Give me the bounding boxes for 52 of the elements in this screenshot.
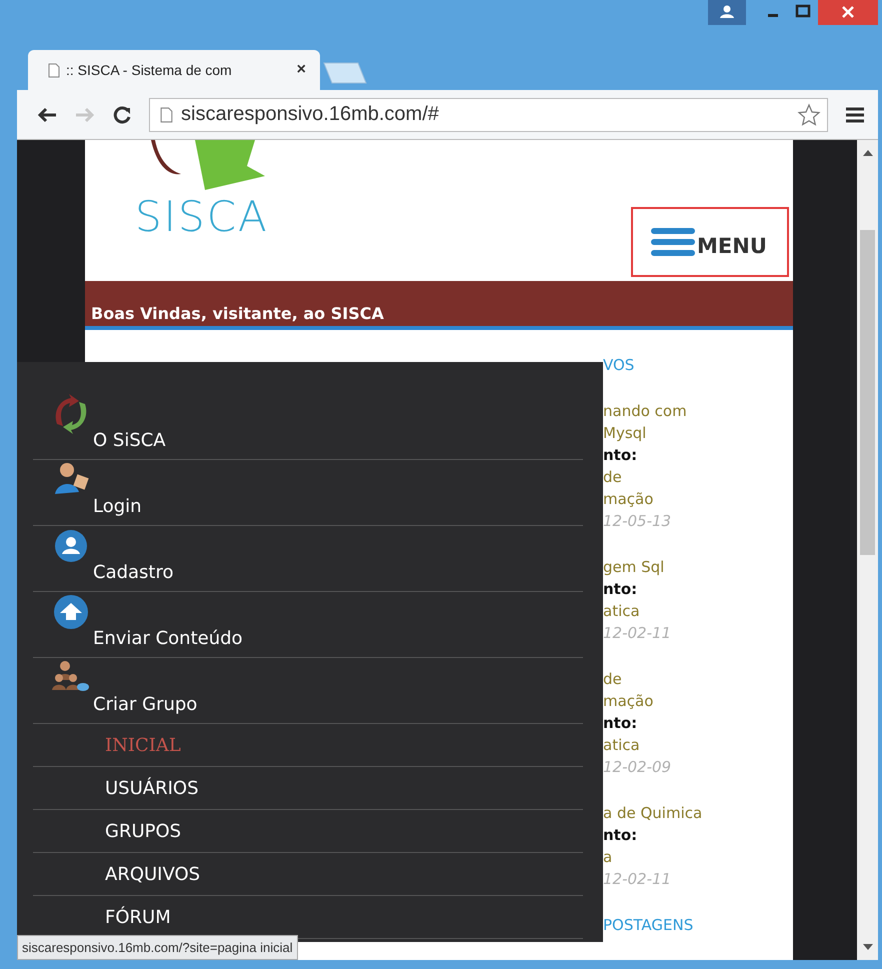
post-category: de — [603, 467, 623, 488]
scroll-down-icon[interactable] — [862, 944, 872, 950]
post-label: nto: — [603, 579, 638, 600]
tab-title: :: SISCA - Sistema de com — [66, 62, 233, 78]
menu-item[interactable]: O SiSCA — [93, 430, 166, 451]
scrollbar-thumb[interactable] — [860, 230, 875, 555]
post-date: 12-02-09 — [603, 757, 672, 778]
menu-item[interactable]: ARQUIVOS — [105, 864, 200, 884]
back-icon[interactable] — [37, 106, 57, 122]
post-title[interactable]: mação — [603, 690, 793, 712]
menu-item[interactable]: Enviar Conteúdo — [93, 628, 243, 649]
menu-item[interactable]: Login — [93, 496, 142, 517]
post-title[interactable]: Mysql — [603, 422, 793, 444]
post-label: nto: — [603, 445, 638, 466]
menu-icon[interactable] — [846, 106, 864, 122]
upload-icon — [51, 592, 91, 632]
post-label: nto: — [603, 713, 638, 734]
status-url: siscaresponsivo.16mb.com/?site=pagina inicial — [17, 935, 298, 960]
browser-tab[interactable]: :: SISCA - Sistema de com × — [28, 50, 320, 90]
post-category: atica — [603, 735, 641, 756]
post-title[interactable]: nando com — [603, 400, 793, 422]
scrollbar[interactable] — [857, 140, 878, 960]
logo-text: SISCA — [135, 192, 270, 241]
menu-button[interactable]: MENU — [631, 207, 789, 278]
scroll-up-icon[interactable] — [862, 150, 872, 156]
menu-item[interactable]: GRUPOS — [105, 820, 182, 842]
post-label: nto: — [603, 825, 638, 846]
post-category: a — [603, 847, 614, 868]
section-heading: VOS — [603, 355, 636, 376]
post-date: 12-02-11 — [603, 623, 672, 644]
reload-icon[interactable] — [113, 106, 131, 124]
post-date: 12-05-13 — [603, 511, 672, 532]
tab-close-button[interactable]: × — [294, 61, 308, 79]
menu-icon — [651, 227, 695, 258]
address-bar[interactable]: siscaresponsivo.16mb.com/# — [149, 98, 828, 132]
menu-item[interactable]: FÓRUM — [105, 906, 171, 928]
page-icon — [160, 106, 173, 122]
post-title[interactable]: gem Sql — [603, 556, 793, 578]
menu-item[interactable]: Cadastro — [93, 562, 174, 583]
post-category: mação — [603, 489, 654, 510]
menu-item[interactable]: USUÁRIOS — [105, 778, 198, 798]
post-date: 12-02-11 — [603, 869, 672, 890]
post-title[interactable]: a de Quimica — [603, 802, 793, 824]
page-icon — [48, 62, 60, 78]
section-heading: POSTAGENS — [603, 915, 694, 936]
user-icon[interactable] — [708, 0, 746, 25]
welcome-text: Boas Vindas, visitante, ao SISCA — [91, 304, 384, 323]
post-title[interactable]: de — [603, 668, 793, 690]
post-category: atica — [603, 601, 641, 622]
star-icon[interactable] — [797, 102, 821, 126]
menu-item[interactable]: Criar Grupo — [93, 694, 198, 715]
close-icon[interactable] — [818, 0, 878, 25]
